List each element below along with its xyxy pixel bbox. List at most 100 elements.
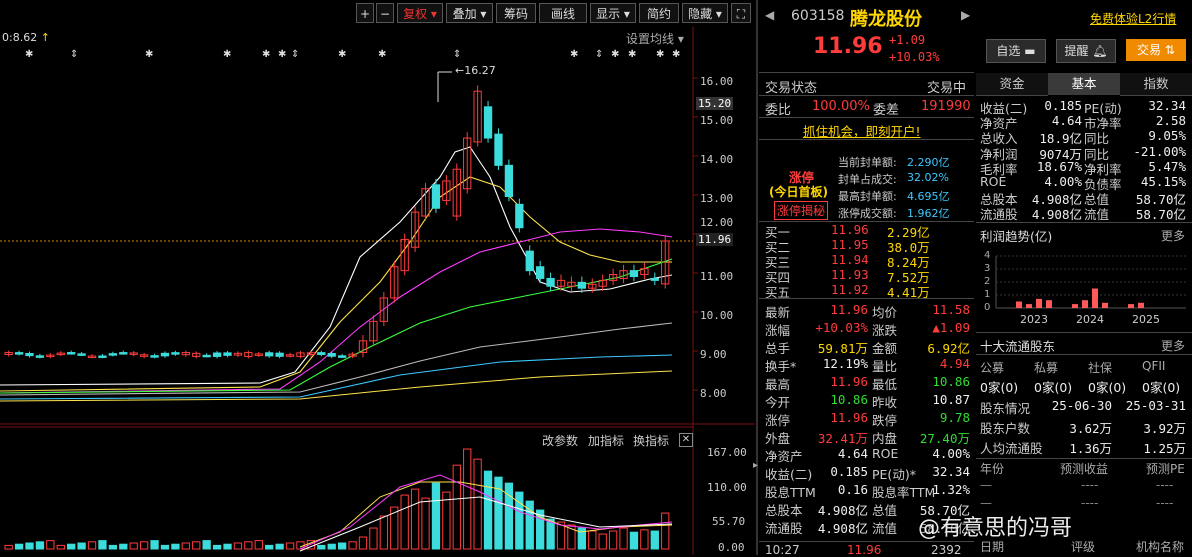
event-marker-icon[interactable]: ✱: [278, 49, 286, 60]
simple-button[interactable]: 简约: [639, 3, 679, 23]
candle-body: [317, 352, 326, 356]
profit-year: 2023: [1020, 313, 1048, 326]
watchlist-button[interactable]: 自选 ▬: [986, 39, 1046, 63]
watchlist-label: 自选: [996, 44, 1021, 58]
limit-up-value: 32.02%: [907, 171, 949, 184]
trade-button[interactable]: 交易 ⇅: [1126, 39, 1186, 61]
profit-bar: [1016, 301, 1022, 308]
price-tick: 11.00: [700, 270, 734, 283]
event-marker-icon[interactable]: ✱: [378, 49, 386, 60]
event-marker-icon[interactable]: ⇕: [595, 49, 603, 60]
candle-body: [483, 106, 493, 139]
chips-button[interactable]: 筹码: [496, 3, 536, 23]
event-marker-icon[interactable]: ✱: [628, 49, 636, 60]
quote-value: 59.81万: [817, 341, 868, 356]
expand-icon[interactable]: ⛶: [731, 3, 751, 23]
tab-basic[interactable]: 基本: [1048, 73, 1120, 95]
volume-bar: [139, 541, 149, 550]
zoom-in-button[interactable]: +: [356, 3, 374, 23]
quote-value: 6.92亿: [927, 341, 970, 356]
divider: [759, 72, 974, 73]
event-marker-icon[interactable]: ✱: [262, 49, 270, 60]
overlay-button[interactable]: 叠加 ▾: [446, 3, 493, 23]
quote-label: 跌停: [872, 413, 898, 428]
next-stock-icon[interactable]: ▶: [961, 8, 970, 22]
event-marker-icon[interactable]: ✱: [145, 49, 153, 60]
prev-stock-icon[interactable]: ◀: [765, 8, 774, 22]
institution-header: 机构名称: [1136, 540, 1185, 554]
volume-bar: [650, 530, 659, 550]
volume-bar: [265, 544, 274, 550]
quote-label: 收益(二): [765, 467, 813, 482]
event-marker-icon[interactable]: ✱: [570, 49, 578, 60]
forecast-year-header: 年份: [980, 462, 1005, 476]
alert-label: 提醒: [1064, 44, 1089, 58]
top-holders-more-link[interactable]: 更多: [1161, 337, 1185, 354]
quote-value: 32.41万: [817, 431, 868, 446]
event-marker-icon[interactable]: ✱: [656, 49, 664, 60]
alert-button[interactable]: 提醒 🔔︎: [1056, 39, 1116, 63]
volume-bar: [546, 518, 555, 550]
tab-index[interactable]: 指数: [1120, 73, 1192, 96]
fundamental-value: 4.908亿: [1031, 207, 1082, 223]
event-marker-icon[interactable]: ⇕: [70, 49, 78, 60]
quote-value: 11.96: [830, 410, 868, 425]
add-indicator-link[interactable]: 加指标: [588, 432, 624, 449]
quote-label: 最高: [765, 377, 791, 392]
event-marker-icon[interactable]: ✱: [223, 49, 231, 60]
quote-value: 4.94: [939, 356, 970, 371]
event-marker-icon[interactable]: ✱: [338, 49, 346, 60]
vol-tick: 0.00: [718, 541, 745, 554]
quote-value: 9.78: [939, 410, 970, 425]
profit-bar: [1046, 300, 1052, 308]
candle-body: [494, 133, 503, 166]
volume-bar: [275, 543, 284, 550]
event-marker-icon[interactable]: ⇕: [453, 49, 461, 60]
candle-body: [265, 352, 274, 357]
l2-trial-link[interactable]: 免费体验L2行情: [1090, 10, 1176, 27]
holder-type-count: 0家(0): [1034, 380, 1073, 395]
candle-body: [160, 352, 170, 357]
close-icon[interactable]: ✕: [679, 433, 693, 447]
price-tick: 12.00: [700, 216, 734, 229]
quote-label: ROE: [872, 446, 899, 461]
profit-trend-more-link[interactable]: 更多: [1161, 227, 1185, 244]
quote-value: 1.32%: [932, 482, 970, 497]
holder-row-value: 25-06-30: [1051, 398, 1112, 413]
volume-bar: [212, 544, 222, 550]
collapse-handle-icon[interactable]: ▸: [753, 460, 758, 471]
event-marker-icon[interactable]: ✱: [672, 49, 680, 60]
switch-indicator-link[interactable]: 换指标: [633, 432, 669, 449]
volume-bar: [98, 540, 107, 550]
price-tick: 10.00: [700, 309, 734, 322]
divider: [759, 95, 974, 96]
zoom-out-button[interactable]: −: [376, 3, 394, 23]
open-account-link[interactable]: 抓住机会，即刻开户!: [803, 121, 921, 140]
event-marker-icon[interactable]: ✱: [611, 49, 619, 60]
quote-value: 0.185: [830, 464, 868, 479]
edit-params-link[interactable]: 改参数: [542, 432, 578, 449]
fundamental-value: 18.67%: [1036, 158, 1082, 174]
weicha-label: 委差: [873, 103, 900, 118]
quote-label: 总股本: [765, 503, 803, 518]
candle-body: [202, 354, 211, 358]
event-marker-icon[interactable]: ✱: [25, 49, 33, 60]
adjust-price-button[interactable]: 复权 ▾: [397, 3, 443, 23]
quote-label: 总值: [872, 503, 898, 518]
draw-line-button[interactable]: 画线: [539, 3, 587, 23]
candle-body: [650, 277, 659, 281]
fundamental-value: 4.64: [1051, 113, 1082, 129]
kline-area[interactable]: 0:8.62 ↑ 设置均线 ▾ ←16.27 16.00 15.20 15.00…: [0, 27, 755, 555]
event-marker-icon[interactable]: ⇕: [291, 49, 299, 60]
volume-bar: [619, 527, 628, 550]
ma-settings-link[interactable]: 设置均线 ▾: [626, 30, 684, 47]
profit-bar: [1026, 304, 1032, 308]
volume-bar: [431, 482, 441, 550]
tab-funds[interactable]: 资金: [976, 73, 1048, 96]
display-button[interactable]: 显示 ▾: [590, 3, 636, 23]
volume-bar: [410, 488, 420, 550]
hide-button[interactable]: 隐藏 ▾: [682, 3, 728, 23]
limit-up-reveal-button[interactable]: 涨停揭秘: [774, 201, 829, 220]
profit-y-tick: 3: [984, 263, 991, 274]
volume-bar: [317, 544, 326, 550]
